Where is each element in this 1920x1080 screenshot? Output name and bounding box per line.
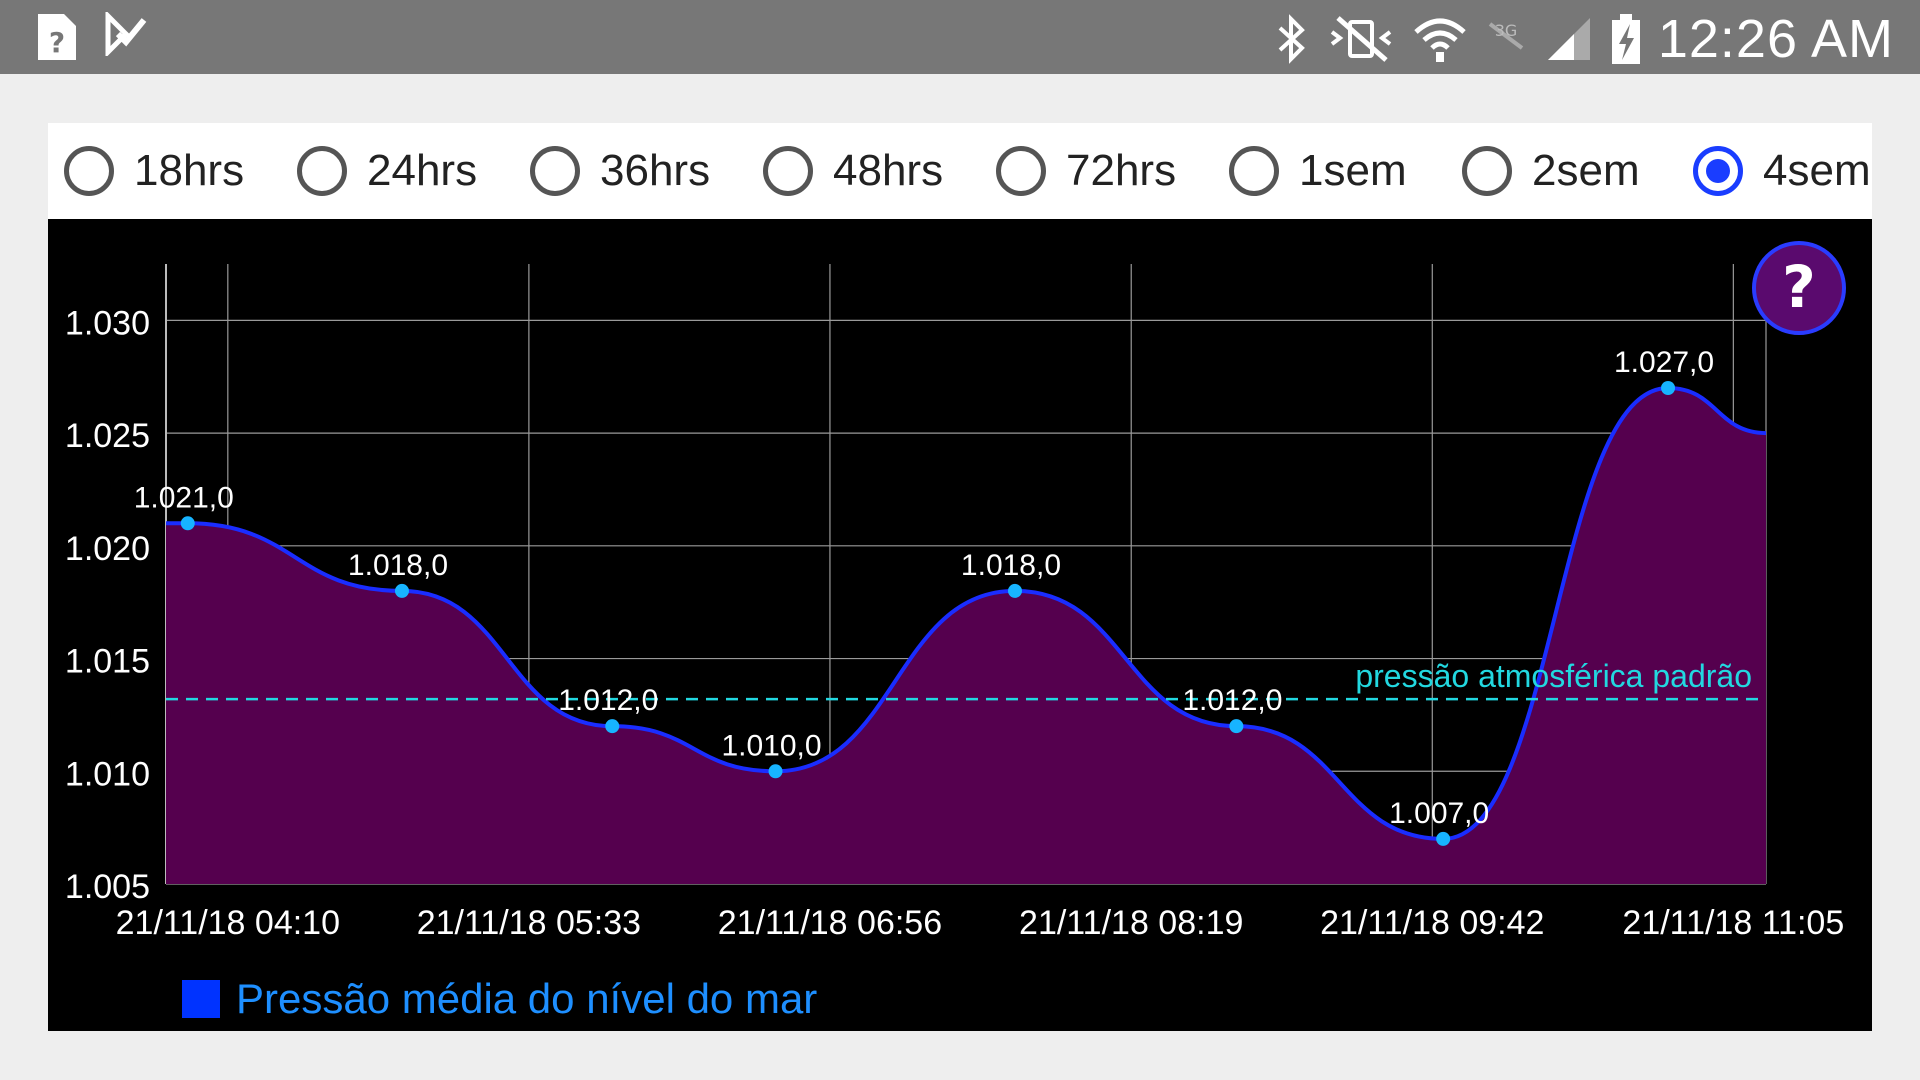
radio-button[interactable]: [763, 146, 813, 196]
radio-label: 18hrs: [134, 146, 245, 195]
x-tick-label: 21/11/18 04:10: [116, 904, 340, 942]
status-time: 12:26 AM: [1657, 9, 1894, 69]
radio-36hrs[interactable]: 36hrs: [530, 123, 710, 219]
x-tick-label: 21/11/18 06:56: [718, 904, 942, 942]
series-area: [166, 388, 1766, 884]
chart-canvas: pressão atmosférica padrão 1.021,0 1.018,…: [65, 264, 1844, 942]
radio-2sem[interactable]: 2sem: [1462, 123, 1640, 219]
help-file-icon: ?: [36, 12, 78, 62]
y-tick-label: 1.025: [65, 417, 150, 455]
x-tick-label: 21/11/18 09:42: [1320, 904, 1544, 942]
radio-label: 36hrs: [600, 146, 711, 195]
radio-18hrs[interactable]: 18hrs: [64, 123, 244, 219]
data-label: 1.018,0: [961, 549, 1061, 582]
data-label: 1.010,0: [721, 729, 821, 762]
x-tick-label: 21/11/18 05:33: [417, 904, 641, 942]
radio-button[interactable]: [64, 146, 114, 196]
no-data-icon: 3G: [1484, 14, 1528, 64]
task-check-icon: [104, 12, 148, 62]
signal-icon: [1544, 14, 1594, 64]
data-point: [1436, 831, 1451, 846]
radio-button[interactable]: [996, 146, 1046, 196]
radio-label: 2sem: [1532, 146, 1640, 195]
radio-label: 1sem: [1299, 146, 1407, 195]
battery-charging-icon: [1610, 12, 1642, 66]
data-label: 1.027,0: [1614, 346, 1714, 379]
radio-24hrs[interactable]: 24hrs: [297, 123, 477, 219]
radio-label: 4sem: [1763, 146, 1871, 195]
time-range-selector: 18hrs 24hrs 36hrs 48hrs 72hrs 1sem 2sem …: [48, 123, 1872, 219]
data-label: 1.021,0: [134, 481, 234, 514]
radio-72hrs[interactable]: 72hrs: [996, 123, 1176, 219]
radio-button[interactable]: [1693, 146, 1743, 196]
radio-48hrs[interactable]: 48hrs: [763, 123, 943, 219]
data-point: [768, 764, 783, 779]
y-tick-label: 1.015: [65, 643, 150, 681]
radio-button[interactable]: [530, 146, 580, 196]
status-bar: ? 3G 12:26 AM: [0, 0, 1920, 74]
x-tick-label: 21/11/18 11:05: [1622, 904, 1844, 942]
chart-legend: Pressão média do nível do mar: [182, 975, 817, 1023]
help-button[interactable]: ?: [1752, 241, 1846, 335]
vibrate-mute-icon: [1326, 14, 1396, 64]
data-point: [1007, 583, 1022, 598]
data-point: [180, 516, 195, 531]
radio-label: 48hrs: [833, 146, 944, 195]
data-point: [1229, 719, 1244, 734]
radio-button[interactable]: [1462, 146, 1512, 196]
data-label: 1.018,0: [348, 549, 448, 582]
data-point: [605, 719, 620, 734]
radio-1sem[interactable]: 1sem: [1229, 123, 1407, 219]
y-tick-label: 1.010: [65, 755, 150, 793]
legend-label: Pressão média do nível do mar: [236, 975, 818, 1022]
bluetooth-icon: [1274, 14, 1310, 64]
wifi-icon: [1412, 14, 1468, 64]
y-tick-label: 1.005: [65, 868, 150, 906]
radio-label: 72hrs: [1066, 146, 1177, 195]
data-label: 1.007,0: [1389, 797, 1489, 830]
radio-label: 24hrs: [367, 146, 478, 195]
pressure-chart: pressão atmosférica padrão 1.021,0 1.018,…: [48, 219, 1872, 1031]
y-tick-label: 1.020: [65, 530, 150, 568]
data-point: [394, 583, 409, 598]
reference-line-label: pressão atmosférica padrão: [1355, 658, 1752, 694]
y-tick-label: 1.030: [65, 304, 150, 342]
data-label: 1.012,0: [1182, 684, 1282, 717]
x-tick-label: 21/11/18 08:19: [1019, 904, 1243, 942]
data-label: 1.012,0: [558, 684, 658, 717]
svg-text:?: ?: [49, 26, 65, 59]
legend-swatch: [182, 980, 220, 1018]
radio-button[interactable]: [1229, 146, 1279, 196]
data-point: [1661, 381, 1676, 395]
svg-text:3G: 3G: [1495, 21, 1518, 40]
radio-4sem[interactable]: 4sem: [1693, 123, 1871, 219]
radio-button[interactable]: [297, 146, 347, 196]
